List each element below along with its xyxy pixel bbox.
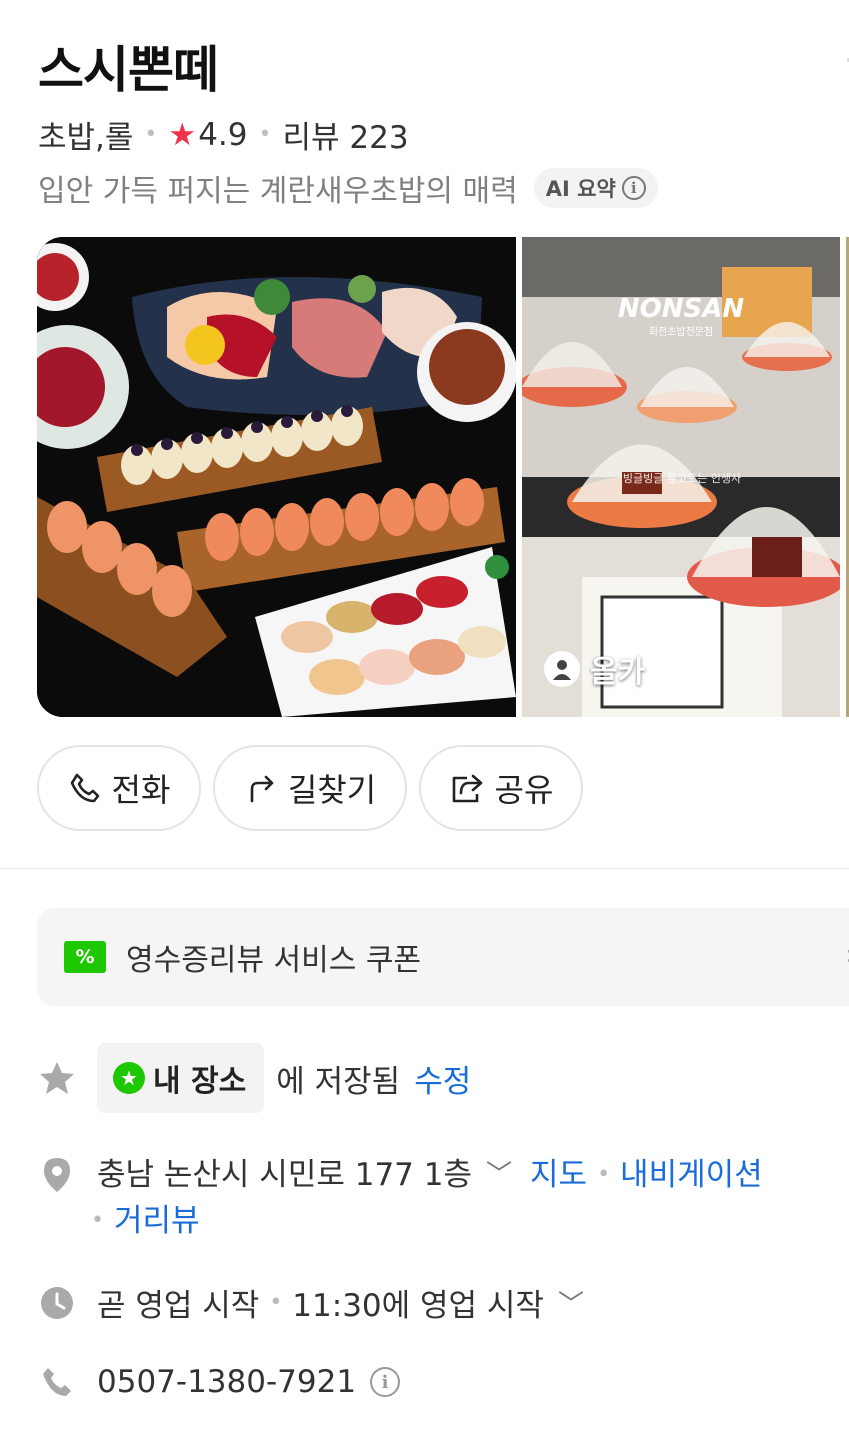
ai-summary-badge[interactable]: AI 요약 i [533, 168, 658, 208]
call-button[interactable]: 전화 [37, 745, 201, 831]
summary-text: 입안 가득 퍼지는 계란새우초밥의 매력 [38, 174, 518, 209]
neon-sign-subtext: 회전초밥전문점 [649, 326, 713, 338]
phone-row: 0507-1380-7921 i [37, 1364, 401, 1400]
phone-icon [37, 1365, 77, 1399]
section-divider [0, 868, 849, 869]
link-separator: • [91, 1208, 104, 1233]
place-category: 초밥,롤 [38, 120, 134, 156]
navigation-link[interactable]: 내비게이션 [620, 1152, 763, 1198]
call-label: 전화 [111, 771, 171, 809]
my-place-row: ★ 내 장소 에 저장됨 수정 [37, 1043, 471, 1113]
photo-caption-text: 빙글빙글 돌고도는 인생사 [623, 472, 741, 485]
hours-status: 곧 영업 시작 [97, 1288, 260, 1324]
star-outline-icon[interactable] [37, 1060, 77, 1096]
directions-icon [250, 775, 274, 803]
credit-avatar [544, 651, 580, 687]
my-place-chip[interactable]: ★ 내 장소 [97, 1043, 265, 1113]
clock-icon [37, 1285, 77, 1321]
share-icon [452, 774, 482, 803]
conveyor-sushi-image: NONSAN 회전초밥전문점 빙글빙글 돌고도는 인생사 [522, 237, 840, 717]
address-text: 충남 논산시 시민로 177 1층 [97, 1157, 472, 1193]
share-button[interactable]: 공유 [419, 745, 583, 831]
action-buttons: 전화 길찾기 공유 [37, 745, 583, 831]
photo-gallery[interactable]: NONSAN 회전초밥전문점 빙글빙글 돌고도는 인생사 올카 [37, 237, 849, 717]
chevron-down-icon[interactable]: ﹀ [486, 1152, 512, 1198]
map-link[interactable]: 지도 [530, 1152, 587, 1198]
place-meta: 초밥,롤 • ★ 4.9 • 리뷰 223 [38, 112, 409, 157]
ai-badge-label: AI 요약 [545, 177, 616, 201]
saved-text: 에 저장됨 [276, 1063, 401, 1100]
info-icon: i [621, 176, 646, 200]
location-pin-icon [37, 1152, 77, 1194]
photo-credit[interactable]: 올카 [544, 647, 645, 691]
hours-row: 곧 영업 시작 • 11:30에 영업 시작 ﹀ [37, 1280, 584, 1325]
my-place-label: 내 장소 [153, 1064, 247, 1099]
directions-label: 길찾기 [287, 771, 377, 809]
directions-button[interactable]: 길찾기 [213, 745, 407, 831]
phone-icon [70, 773, 99, 803]
rating-value: 4.9 [198, 116, 248, 153]
gallery-photo-1[interactable] [37, 237, 516, 717]
credit-name: 올카 [590, 655, 646, 690]
place-name: 스시뽄떼 [38, 41, 219, 99]
street-view-link[interactable]: 거리뷰 [114, 1198, 200, 1244]
rating-star-icon: ★ [168, 116, 197, 153]
bookmark-star-icon: ★ [113, 1062, 145, 1094]
review-count-link[interactable]: 리뷰 223 [283, 112, 409, 157]
ai-summary: 입안 가득 퍼지는 계란새우초밥의 매력 AI 요약 i [38, 166, 658, 210]
chevron-down-icon[interactable]: ﹀ [558, 1284, 584, 1321]
edit-link[interactable]: 수정 [414, 1056, 471, 1101]
address-row: 충남 논산시 시민로 177 1층 ﹀ 지도 • 내비게이션 • 거리뷰 [37, 1152, 763, 1244]
gallery-photo-2[interactable]: NONSAN 회전초밥전문점 빙글빙글 돌고도는 인생사 올카 [522, 237, 840, 717]
coupon-label: 영수증리뷰 서비스 쿠폰 [126, 943, 422, 978]
place-detail-page: 스시뽄떼 초밥,롤 • ★ 4.9 • 리뷰 223 입안 가득 퍼지는 계란새… [0, 0, 849, 1440]
info-icon[interactable]: i [370, 1367, 401, 1397]
user-avatar-icon [553, 660, 571, 680]
share-label: 공유 [494, 771, 554, 809]
link-separator: • [597, 1162, 611, 1187]
hours-separator: • [269, 1290, 283, 1315]
hours-detail: 11:30에 영업 시작 [292, 1288, 544, 1324]
meta-separator: • [144, 122, 158, 147]
phone-number[interactable]: 0507-1380-7921 [97, 1364, 356, 1400]
meta-separator: • [258, 122, 272, 147]
sushi-platter-image [37, 237, 516, 717]
neon-sign-text: NONSAN [618, 294, 744, 324]
coupon-icon: % [64, 941, 106, 973]
coupon-banner[interactable]: % 영수증리뷰 서비스 쿠폰 › [37, 908, 849, 1006]
